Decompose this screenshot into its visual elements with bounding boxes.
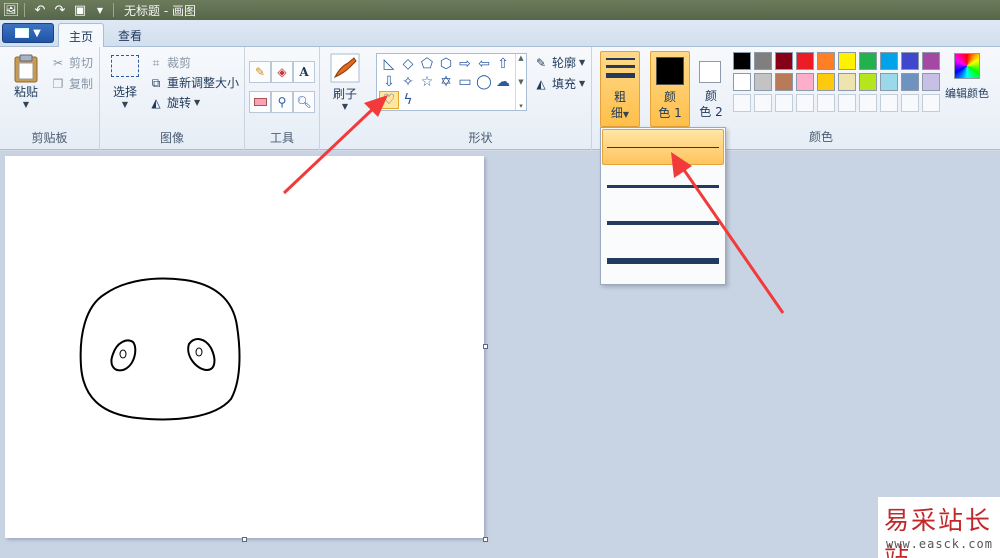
palette-color-swatch[interactable] [880,73,898,91]
palette-color-swatch[interactable] [775,52,793,70]
palette-color-swatch[interactable] [775,73,793,91]
palette-color-swatch[interactable] [796,73,814,91]
palette-custom-slot[interactable] [859,94,877,112]
palette-color-swatch[interactable] [901,73,919,91]
arrow-to-heart-shape [282,104,378,195]
palette-color-swatch[interactable] [922,73,940,91]
palette-color-swatch[interactable] [880,52,898,70]
palette-custom-slot[interactable] [838,94,856,112]
palette-color-swatch[interactable] [922,52,940,70]
palette-custom-slot[interactable] [817,94,835,112]
watermark: 易采站长站 www.easck.com [878,497,1000,558]
palette-color-swatch[interactable] [754,73,772,91]
palette-custom-slot[interactable] [775,94,793,112]
watermark-url: www.easck.com [886,537,993,551]
palette-color-swatch[interactable] [733,73,751,91]
palette-color-swatch[interactable] [754,52,772,70]
palette-custom-slot[interactable] [796,94,814,112]
arrowhead-icon [671,152,692,178]
palette-color-swatch[interactable] [838,73,856,91]
palette-custom-slot[interactable] [733,94,751,112]
palette-color-swatch[interactable] [859,73,877,91]
palette-color-swatch[interactable] [796,52,814,70]
palette-color-swatch[interactable] [817,52,835,70]
arrow-to-thickness-option [680,166,785,314]
palette-custom-slot[interactable] [922,94,940,112]
palette-color-swatch[interactable] [901,52,919,70]
palette-color-swatch[interactable] [859,52,877,70]
palette-custom-slot[interactable] [901,94,919,112]
palette-color-swatch[interactable] [733,52,751,70]
palette-custom-slot[interactable] [880,94,898,112]
palette-color-swatch[interactable] [817,73,835,91]
palette-color-swatch[interactable] [838,52,856,70]
palette-custom-slot[interactable] [754,94,772,112]
